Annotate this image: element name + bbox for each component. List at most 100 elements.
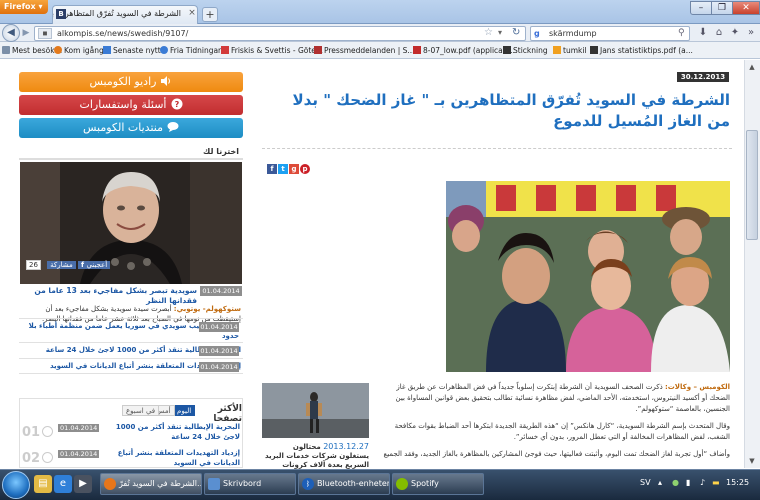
bookmark-item[interactable]: Fria Tidningar [160,46,221,55]
taskbar-item-spotify[interactable]: Spotify [392,473,484,495]
bookmark-icon [103,46,111,54]
bookmark-item[interactable]: tumkil [553,46,587,55]
list-item[interactable]: 01.04.2014 إختطاف طبيب سويدي في سوريا يعم… [19,318,243,342]
back-button-icon[interactable]: ◀ [2,24,20,42]
forums-button-label: منتديات الكومبس [83,121,163,134]
list-item[interactable]: 01.04.2014 البحرية الإيطالية تنقذ أكثر من… [19,342,243,358]
search-value: skärmdump [549,29,597,38]
ie-icon[interactable]: e [54,475,72,493]
bookmark-item[interactable]: Jans statistiktips.pdf (a... [590,46,693,55]
like-button[interactable]: f أعجبني [77,261,111,269]
share-row: 26 مشاركة f أعجبني [26,260,111,272]
tray-app-icon[interactable]: ● [672,478,682,488]
most-read-title: الأكثر تصفحا [213,404,242,424]
home-icon[interactable]: ⌂ [712,26,726,40]
taskbar-item-skrivbord[interactable]: Skrivbord [204,473,296,495]
maximize-button[interactable]: ❐ [711,1,733,15]
url-bar[interactable]: alkompis.se/news/swedish/9107/ [34,26,526,41]
bookmark-item[interactable]: Kom igång [54,46,104,55]
media-icon[interactable]: ▶ [74,475,92,493]
article-date-badge: 30.12.2013 ▦ [677,72,729,91]
close-window-button[interactable]: ✕ [732,1,760,15]
addon-icon[interactable]: ✦ [728,26,742,40]
most-read-item[interactable]: 01 01.04.2014 البحرية الإيطالية تنقذ أكث… [22,422,240,444]
spotify-icon [396,478,408,490]
date-badge: 01.04.2014 [58,424,100,432]
url-text: alkompis.se/news/swedish/9107/ [57,29,189,38]
social-share-icons: ftgp [267,164,311,176]
faq-button-label: أسئلة واستفسارات [79,98,167,111]
faq-button[interactable]: ? أسئلة واستفسارات [19,95,243,115]
start-button-icon[interactable] [2,471,30,499]
tab-close-icon[interactable]: × [187,8,197,18]
explorer-icon[interactable]: ▤ [34,475,52,493]
bluetooth-icon: ᛒ [302,478,314,490]
scrollbar-thumb[interactable] [746,130,758,240]
desktop-icon [208,478,220,490]
chat-icon [167,120,179,132]
twitter-icon[interactable]: t [278,164,288,174]
reload-icon[interactable]: ↻ [512,26,524,40]
bookmark-item[interactable]: Senaste nytt [103,46,161,55]
bookmark-icon [160,46,168,54]
tab-week[interactable]: في اسبوع [122,405,160,416]
date-badge: 01.04.2014 [58,450,100,458]
bookmark-item[interactable]: Stickning [503,46,548,55]
forward-button-icon[interactable]: ▶ [20,27,32,39]
minimize-button[interactable]: – [690,1,712,15]
featured-title-link[interactable]: سويدية تبصر بشكل مفاجيء بعد 13 عاما من ف… [19,286,241,305]
related-article-photo[interactable] [262,383,369,438]
google-plus-icon[interactable]: g [289,164,299,174]
search-bar[interactable]: skärmdump [530,26,690,41]
menu-overflow-icon[interactable]: » [744,26,758,40]
article-title: الشرطة في السويد تُفرّق المتظاهرين بـ " … [292,91,730,130]
related-article-title[interactable]: 2013.12.27 محتالون يستغلون شركات خدمات ا… [262,442,369,470]
new-tab-button[interactable]: + [202,7,218,22]
taskbar-item-bluetooth[interactable]: ᛒ Bluetooth-enheter [298,473,390,495]
pinterest-icon[interactable]: p [300,164,310,174]
url-dropdown-icon[interactable]: ▾ [498,26,510,40]
network-icon[interactable]: ▮ [686,478,696,488]
bookmark-icon [2,46,10,54]
bookmark-item[interactable]: Pressmeddelanden | S... [314,46,415,55]
featured-author: ستوكهولم- يوتوبي: [173,305,241,313]
most-read-item[interactable]: 02 01.04.2014 إزدياد التهديدات المتعلقة … [22,448,240,470]
date-badge: 01.04.2014 [199,346,239,356]
bookmark-icon [221,46,229,54]
search-engine-icon[interactable]: g [534,29,544,39]
facebook-icon[interactable]: f [267,164,277,174]
bookmark-star-icon[interactable]: ☆ [484,26,496,40]
site-identity-icon[interactable]: ◼ [38,28,52,39]
scroll-down-icon[interactable]: ▼ [746,455,758,467]
bookmark-item[interactable]: 8-07_low.pdf (applicati... [413,46,515,55]
tab-today[interactable]: اليوم [173,405,196,416]
share-button[interactable]: مشاركة [47,261,76,269]
article-photo-protesters [446,181,730,372]
radio-button[interactable]: راديو الكومبس [19,72,243,92]
page-scrollbar[interactable] [744,60,760,468]
taskbar-item-firefox[interactable]: الشرطة في السويد تُفرّ... [100,473,202,495]
bookmark-icon [553,46,561,54]
list-item[interactable]: 01.04.2014 إزدياد التهديدات المتعلقة بنشر… [19,358,243,374]
firefox-menu-button[interactable]: Firefox ▾ [0,0,48,14]
most-read-title: إزدياد التهديدات المتعلقة بنشر أتباع الد… [117,449,240,467]
tray-expand-icon[interactable]: ▴ [658,478,668,488]
bookmark-item[interactable]: Friskis & Svettis - Göte... [221,46,323,55]
speaker-icon [160,74,172,86]
bookmark-icon [413,46,421,54]
downloads-icon[interactable]: ⬇ [696,26,710,40]
featured-caption: سويدية تبصر بشكل مفاجيء بعد 13 عاما من ف… [19,286,243,323]
scroll-up-icon[interactable]: ▲ [746,61,758,73]
volume-icon[interactable]: ♪ [700,478,710,488]
bookmark-icon [54,46,62,54]
rank-icon [42,452,53,463]
tab-title: الشرطة في السويد تُفرّق المتظاهرين بـ ..… [52,9,181,18]
tab-favicon-icon: B [56,9,66,19]
battery-icon[interactable]: ▬ [712,478,722,488]
forums-button[interactable]: منتديات الكومبس [19,118,243,138]
system-clock[interactable]: 15:25 [726,478,749,487]
article-paragraph: وأضاف “أول تجربة لغاز الضحك تمت اليوم، و… [383,450,730,458]
search-icon[interactable]: ⚲ [678,27,690,39]
browser-tab-active[interactable]: الشرطة في السويد تُفرّق المتظاهرين بـ ..… [52,5,198,24]
language-indicator[interactable]: SV [640,478,651,487]
